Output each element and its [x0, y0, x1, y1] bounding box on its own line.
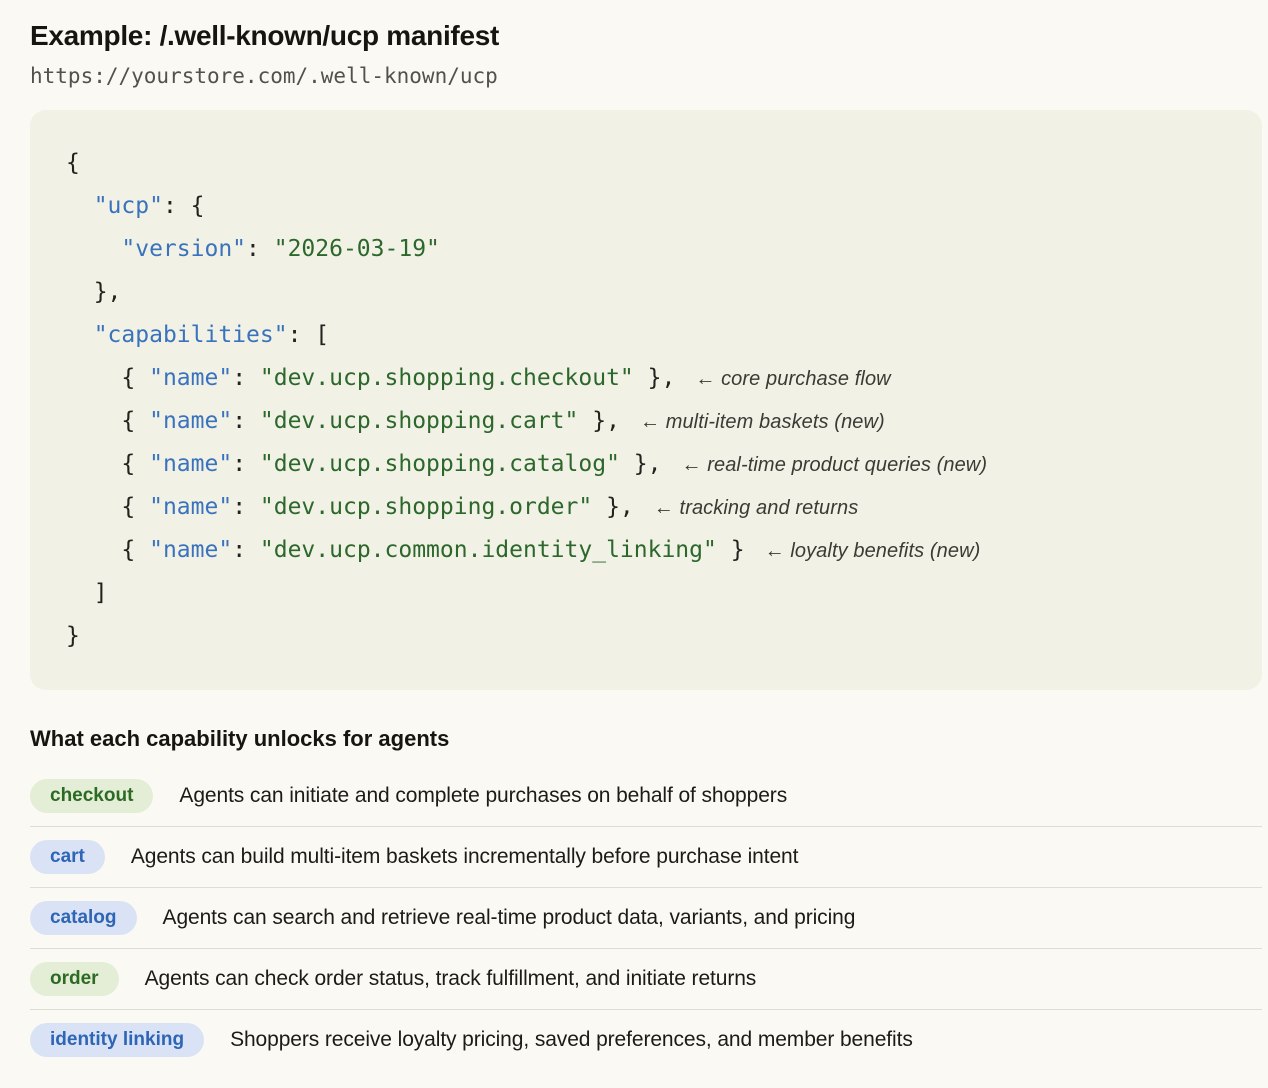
code-token-plain: {: [66, 537, 149, 563]
code-token-plain: : [: [288, 322, 330, 348]
code-token-plain: : {: [163, 193, 205, 219]
code-line: "version": "2026-03-19": [66, 228, 1246, 271]
code-token-plain: {: [66, 451, 149, 477]
code-token-plain: :: [232, 494, 260, 520]
code-token-plain: {: [66, 365, 149, 391]
code-annotation: ← tracking and returns: [654, 497, 859, 519]
code-token-plain: },: [634, 365, 676, 391]
capability-badge-checkout: checkout: [30, 779, 153, 813]
code-token-string: "dev.ucp.shopping.checkout": [260, 365, 634, 391]
capability-row: identity linking Shoppers receive loyalty…: [30, 1009, 1262, 1070]
code-token-key: "name": [149, 494, 232, 520]
capability-description: Shoppers receive loyalty pricing, saved …: [230, 1028, 913, 1052]
code-token-string: "2026-03-19": [274, 236, 440, 262]
code-annotation: ← multi-item baskets (new): [640, 411, 885, 433]
capability-row: cart Agents can build multi-item baskets …: [30, 826, 1262, 887]
capability-row: order Agents can check order status, trac…: [30, 948, 1262, 1009]
code-annotation: ← real-time product queries (new): [681, 454, 987, 476]
capability-description: Agents can initiate and complete purchas…: [179, 784, 787, 808]
code-token-key: "capabilities": [94, 322, 288, 348]
manifest-code-block: { "ucp": { "version": "2026-03-19" }, "c…: [30, 110, 1262, 690]
code-token-plain: [66, 236, 121, 262]
capabilities-table: checkout Agents can initiate and complete…: [30, 766, 1262, 1070]
code-token-plain: },: [620, 451, 662, 477]
code-token-plain: },: [66, 279, 121, 305]
code-token-plain: [66, 193, 94, 219]
code-line: ]: [66, 572, 1246, 615]
code-token-plain: },: [592, 494, 634, 520]
code-token-plain: },: [578, 408, 620, 434]
capability-row: checkout Agents can initiate and complete…: [30, 766, 1262, 826]
code-token-key: "name": [149, 408, 232, 434]
capability-description: Agents can build multi-item baskets incr…: [131, 845, 798, 869]
code-annotation: ← loyalty benefits (new): [765, 540, 981, 562]
code-token-key: "version": [121, 236, 246, 262]
code-token-plain: ]: [66, 580, 108, 606]
code-line: }: [66, 615, 1246, 658]
capability-description: Agents can check order status, track ful…: [145, 967, 757, 991]
code-token-plain: {: [66, 150, 80, 176]
code-token-plain: {: [66, 494, 149, 520]
page-title: Example: /.well-known/ucp manifest: [30, 20, 1262, 52]
capability-badge-catalog: catalog: [30, 901, 137, 935]
code-line: { "name": "dev.ucp.shopping.checkout" },…: [66, 357, 1246, 400]
code-token-plain: :: [232, 365, 260, 391]
capability-description: Agents can search and retrieve real-time…: [163, 906, 856, 930]
capabilities-heading: What each capability unlocks for agents: [30, 726, 1262, 752]
code-line: {: [66, 142, 1246, 185]
code-token-plain: {: [66, 408, 149, 434]
code-token-plain: [66, 322, 94, 348]
code-annotation: ← core purchase flow: [695, 368, 890, 390]
code-token-plain: }: [66, 623, 80, 649]
code-token-string: "dev.ucp.common.identity_linking": [260, 537, 717, 563]
capability-badge-cart: cart: [30, 840, 105, 874]
code-line: { "name": "dev.ucp.shopping.catalog" }, ←…: [66, 443, 1246, 486]
manifest-url: https://yourstore.com/.well-known/ucp: [30, 64, 1262, 88]
code-line: { "name": "dev.ucp.shopping.order" }, ← t…: [66, 486, 1246, 529]
code-line: "capabilities": [: [66, 314, 1246, 357]
code-token-string: "dev.ucp.shopping.cart": [260, 408, 579, 434]
code-token-plain: :: [246, 236, 274, 262]
code-token-plain: :: [232, 537, 260, 563]
code-token-plain: :: [232, 408, 260, 434]
code-token-key: "name": [149, 451, 232, 477]
capability-badge-order: order: [30, 962, 119, 996]
capability-badge-identity-linking: identity linking: [30, 1023, 204, 1057]
code-token-string: "dev.ucp.shopping.order": [260, 494, 592, 520]
code-token-key: "name": [149, 365, 232, 391]
capability-row: catalog Agents can search and retrieve re…: [30, 887, 1262, 948]
code-line: { "name": "dev.ucp.shopping.cart" }, ← mu…: [66, 400, 1246, 443]
code-token-string: "dev.ucp.shopping.catalog": [260, 451, 620, 477]
code-line: { "name": "dev.ucp.common.identity_linki…: [66, 529, 1246, 572]
code-token-plain: :: [232, 451, 260, 477]
code-token-plain: }: [717, 537, 745, 563]
code-token-key: "name": [149, 537, 232, 563]
code-line: "ucp": {: [66, 185, 1246, 228]
ucp-manifest-page: Example: /.well-known/ucp manifest https…: [0, 0, 1268, 1070]
code-token-key: "ucp": [94, 193, 163, 219]
code-line: },: [66, 271, 1246, 314]
